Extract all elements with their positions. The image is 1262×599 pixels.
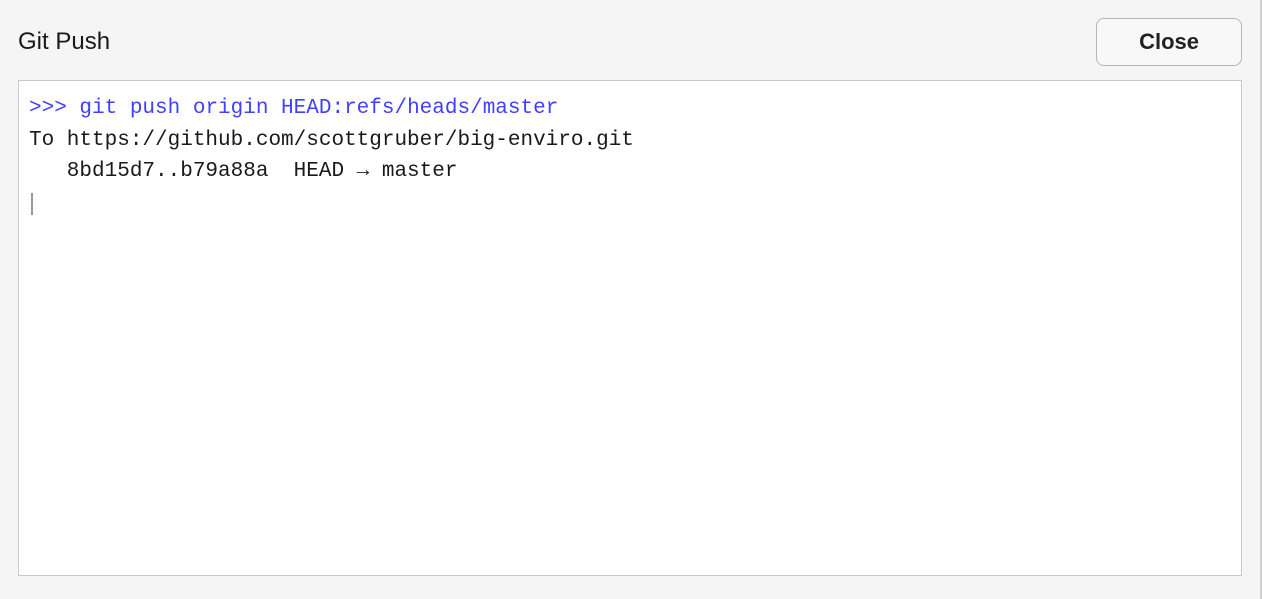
output-line: 8bd15d7..b79a88a HEAD → master [29,160,457,183]
dialog-title: Git Push [18,28,110,56]
terminal-cursor [31,193,33,215]
command-text: git push origin HEAD:refs/heads/master [79,97,558,120]
dialog-header: Git Push Close [18,18,1242,66]
output-line: To https://github.com/scottgruber/big-en… [29,129,634,152]
prompt-prefix: >>> [29,97,79,120]
close-button[interactable]: Close [1096,18,1242,66]
command-prompt-line: >>> git push origin HEAD:refs/heads/mast… [29,97,558,120]
git-push-dialog: Git Push Close >>> git push origin HEAD:… [0,0,1262,599]
terminal-output[interactable]: >>> git push origin HEAD:refs/heads/mast… [18,80,1242,576]
